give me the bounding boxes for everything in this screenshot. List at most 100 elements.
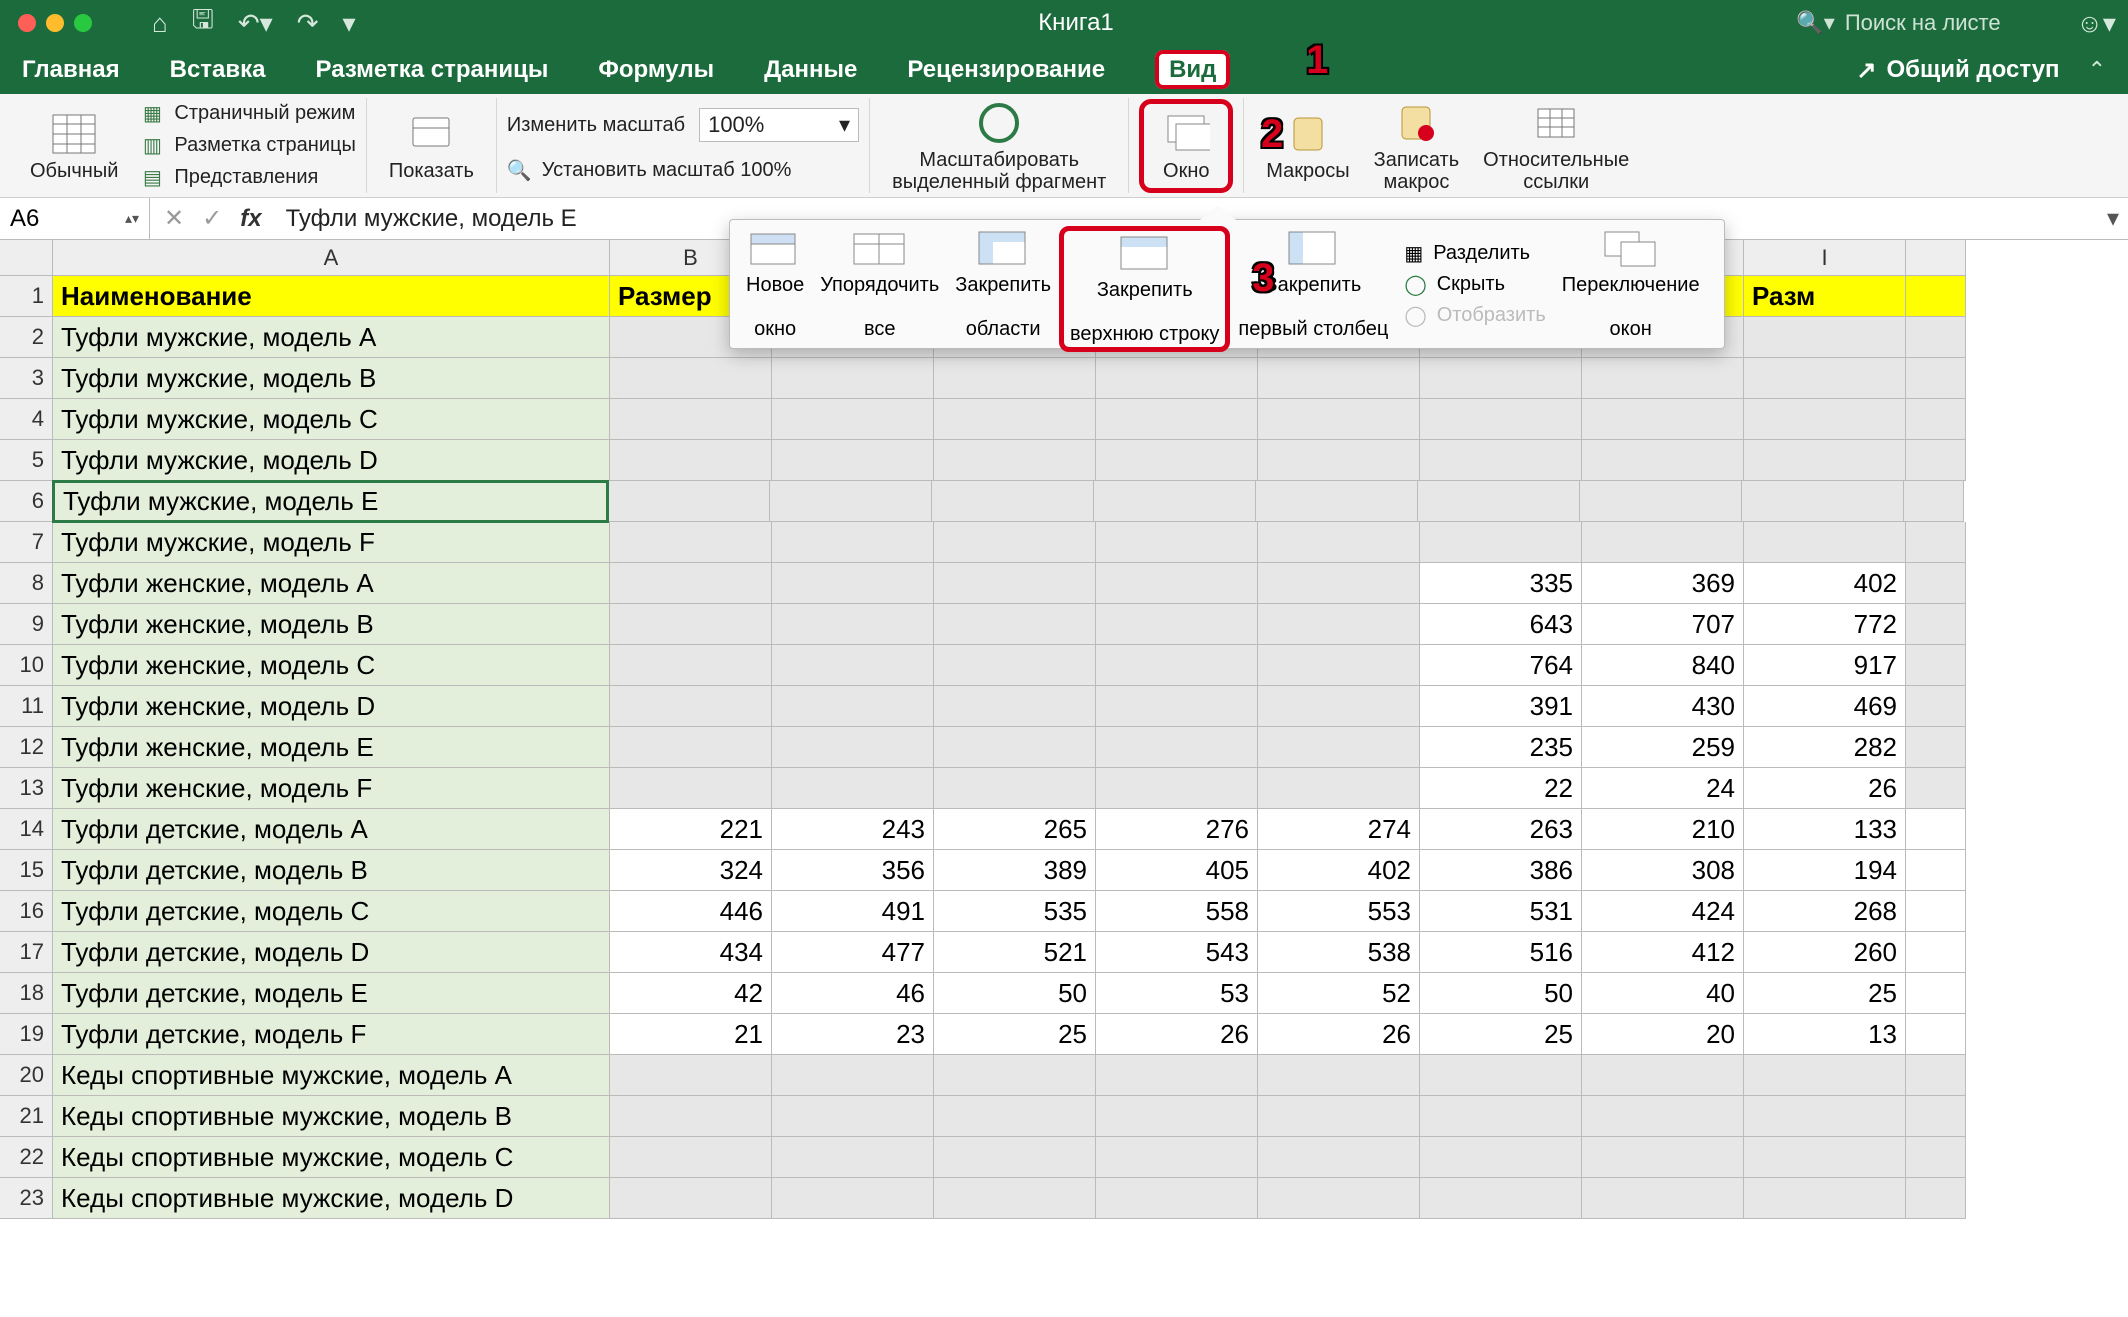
- cell-E11[interactable]: [1096, 686, 1258, 727]
- cell-J20[interactable]: [1906, 1055, 1966, 1096]
- cell-F15[interactable]: 402: [1258, 850, 1420, 891]
- zoom-100-button[interactable]: 🔍 Установить масштаб 100%: [507, 158, 792, 183]
- cell-A3[interactable]: Туфли мужские, модель B: [53, 358, 610, 399]
- cell-J14[interactable]: [1906, 809, 1966, 850]
- cell-I16[interactable]: 268: [1744, 891, 1906, 932]
- sheet-search[interactable]: 🔍▾ Поиск на листе: [1796, 10, 2056, 36]
- collapse-ribbon-icon[interactable]: ⌃: [2088, 57, 2106, 83]
- page-layout-view-button[interactable]: ▥Разметка страницы: [140, 134, 355, 158]
- cell-A17[interactable]: Туфли детские, модель D: [53, 932, 610, 973]
- cell-F5[interactable]: [1258, 440, 1420, 481]
- confirm-icon[interactable]: ✓: [202, 204, 222, 233]
- cell-A9[interactable]: Туфли женские, модель B: [53, 604, 610, 645]
- cell-C5[interactable]: [772, 440, 934, 481]
- cell-H17[interactable]: 412: [1582, 932, 1744, 973]
- row-header[interactable]: 12: [0, 727, 53, 768]
- cell-A23[interactable]: Кеды спортивные мужские, модель D: [53, 1178, 610, 1219]
- cell-I21[interactable]: [1744, 1096, 1906, 1137]
- cell-A20[interactable]: Кеды спортивные мужские, модель A: [53, 1055, 610, 1096]
- cell-C21[interactable]: [772, 1096, 934, 1137]
- cell-I12[interactable]: 282: [1744, 727, 1906, 768]
- tab-review[interactable]: Рецензирование: [907, 46, 1105, 94]
- cell-D21[interactable]: [934, 1096, 1096, 1137]
- cell-D23[interactable]: [934, 1178, 1096, 1219]
- tab-formulas[interactable]: Формулы: [598, 46, 714, 94]
- cell-B10[interactable]: [610, 645, 772, 686]
- cell-B9[interactable]: [610, 604, 772, 645]
- cell-B11[interactable]: [610, 686, 772, 727]
- cell-G6[interactable]: [1418, 481, 1580, 522]
- cell-C10[interactable]: [772, 645, 934, 686]
- tab-insert[interactable]: Вставка: [170, 46, 266, 94]
- cell-J13[interactable]: [1906, 768, 1966, 809]
- cell-A22[interactable]: Кеды спортивные мужские, модель C: [53, 1137, 610, 1178]
- cell-J16[interactable]: [1906, 891, 1966, 932]
- cancel-icon[interactable]: ✕: [164, 204, 184, 233]
- row-header[interactable]: 9: [0, 604, 53, 645]
- cell-G18[interactable]: 50: [1420, 973, 1582, 1014]
- cell-I10[interactable]: 917: [1744, 645, 1906, 686]
- cell-I11[interactable]: 469: [1744, 686, 1906, 727]
- cell-G7[interactable]: [1420, 522, 1582, 563]
- row-header[interactable]: 19: [0, 1014, 53, 1055]
- cell-F7[interactable]: [1258, 522, 1420, 563]
- hide-button[interactable]: ◯Скрыть: [1404, 272, 1545, 297]
- cell-I7[interactable]: [1744, 522, 1906, 563]
- cell-D14[interactable]: 265: [934, 809, 1096, 850]
- cell-B16[interactable]: 446: [610, 891, 772, 932]
- cell-G20[interactable]: [1420, 1055, 1582, 1096]
- cell-G17[interactable]: 516: [1420, 932, 1582, 973]
- cell-I2[interactable]: [1744, 317, 1906, 358]
- cell-J10[interactable]: [1906, 645, 1966, 686]
- cell-G19[interactable]: 25: [1420, 1014, 1582, 1055]
- cell-H8[interactable]: 369: [1582, 563, 1744, 604]
- cell-G4[interactable]: [1420, 399, 1582, 440]
- cell-H7[interactable]: [1582, 522, 1744, 563]
- cell-J7[interactable]: [1906, 522, 1966, 563]
- cell-F11[interactable]: [1258, 686, 1420, 727]
- cell-J9[interactable]: [1906, 604, 1966, 645]
- cell-C16[interactable]: 491: [772, 891, 934, 932]
- zoom-selection-button[interactable]: Масштабироватьвыделенный фрагмент: [880, 97, 1118, 195]
- cell-D15[interactable]: 389: [934, 850, 1096, 891]
- cell-B4[interactable]: [610, 399, 772, 440]
- cell-B8[interactable]: [610, 563, 772, 604]
- row-header[interactable]: 6: [0, 481, 53, 522]
- cell-B17[interactable]: 434: [610, 932, 772, 973]
- cell-H16[interactable]: 424: [1582, 891, 1744, 932]
- cell-E15[interactable]: 405: [1096, 850, 1258, 891]
- cell-D22[interactable]: [934, 1137, 1096, 1178]
- cell-G21[interactable]: [1420, 1096, 1582, 1137]
- show-button[interactable]: Показать: [377, 108, 486, 184]
- cell-C6[interactable]: [770, 481, 932, 522]
- cell-A13[interactable]: Туфли женские, модель F: [53, 768, 610, 809]
- cell-C18[interactable]: 46: [772, 973, 934, 1014]
- cell-E17[interactable]: 543: [1096, 932, 1258, 973]
- cell-H10[interactable]: 840: [1582, 645, 1744, 686]
- cell-E3[interactable]: [1096, 358, 1258, 399]
- col-header-J[interactable]: [1906, 240, 1966, 276]
- cell-F20[interactable]: [1258, 1055, 1420, 1096]
- cell-H19[interactable]: 20: [1582, 1014, 1744, 1055]
- cell-B18[interactable]: 42: [610, 973, 772, 1014]
- cell-J18[interactable]: [1906, 973, 1966, 1014]
- cell-D11[interactable]: [934, 686, 1096, 727]
- cell-H14[interactable]: 210: [1582, 809, 1744, 850]
- cell-J4[interactable]: [1906, 399, 1966, 440]
- cell-A8[interactable]: Туфли женские, модель A: [53, 563, 610, 604]
- cell-A1[interactable]: Наименование: [53, 276, 610, 317]
- row-header[interactable]: 22: [0, 1137, 53, 1178]
- cell-A4[interactable]: Туфли мужские, модель C: [53, 399, 610, 440]
- row-header[interactable]: 3: [0, 358, 53, 399]
- cell-F9[interactable]: [1258, 604, 1420, 645]
- cell-D16[interactable]: 535: [934, 891, 1096, 932]
- row-header[interactable]: 8: [0, 563, 53, 604]
- cell-E13[interactable]: [1096, 768, 1258, 809]
- cell-A18[interactable]: Туфли детские, модель E: [53, 973, 610, 1014]
- cell-F19[interactable]: 26: [1258, 1014, 1420, 1055]
- cell-C3[interactable]: [772, 358, 934, 399]
- cell-A14[interactable]: Туфли детские, модель A: [53, 809, 610, 850]
- freeze-panes-button[interactable]: Закрепитьобласти: [947, 226, 1059, 342]
- cell-I4[interactable]: [1744, 399, 1906, 440]
- cell-E6[interactable]: [1094, 481, 1256, 522]
